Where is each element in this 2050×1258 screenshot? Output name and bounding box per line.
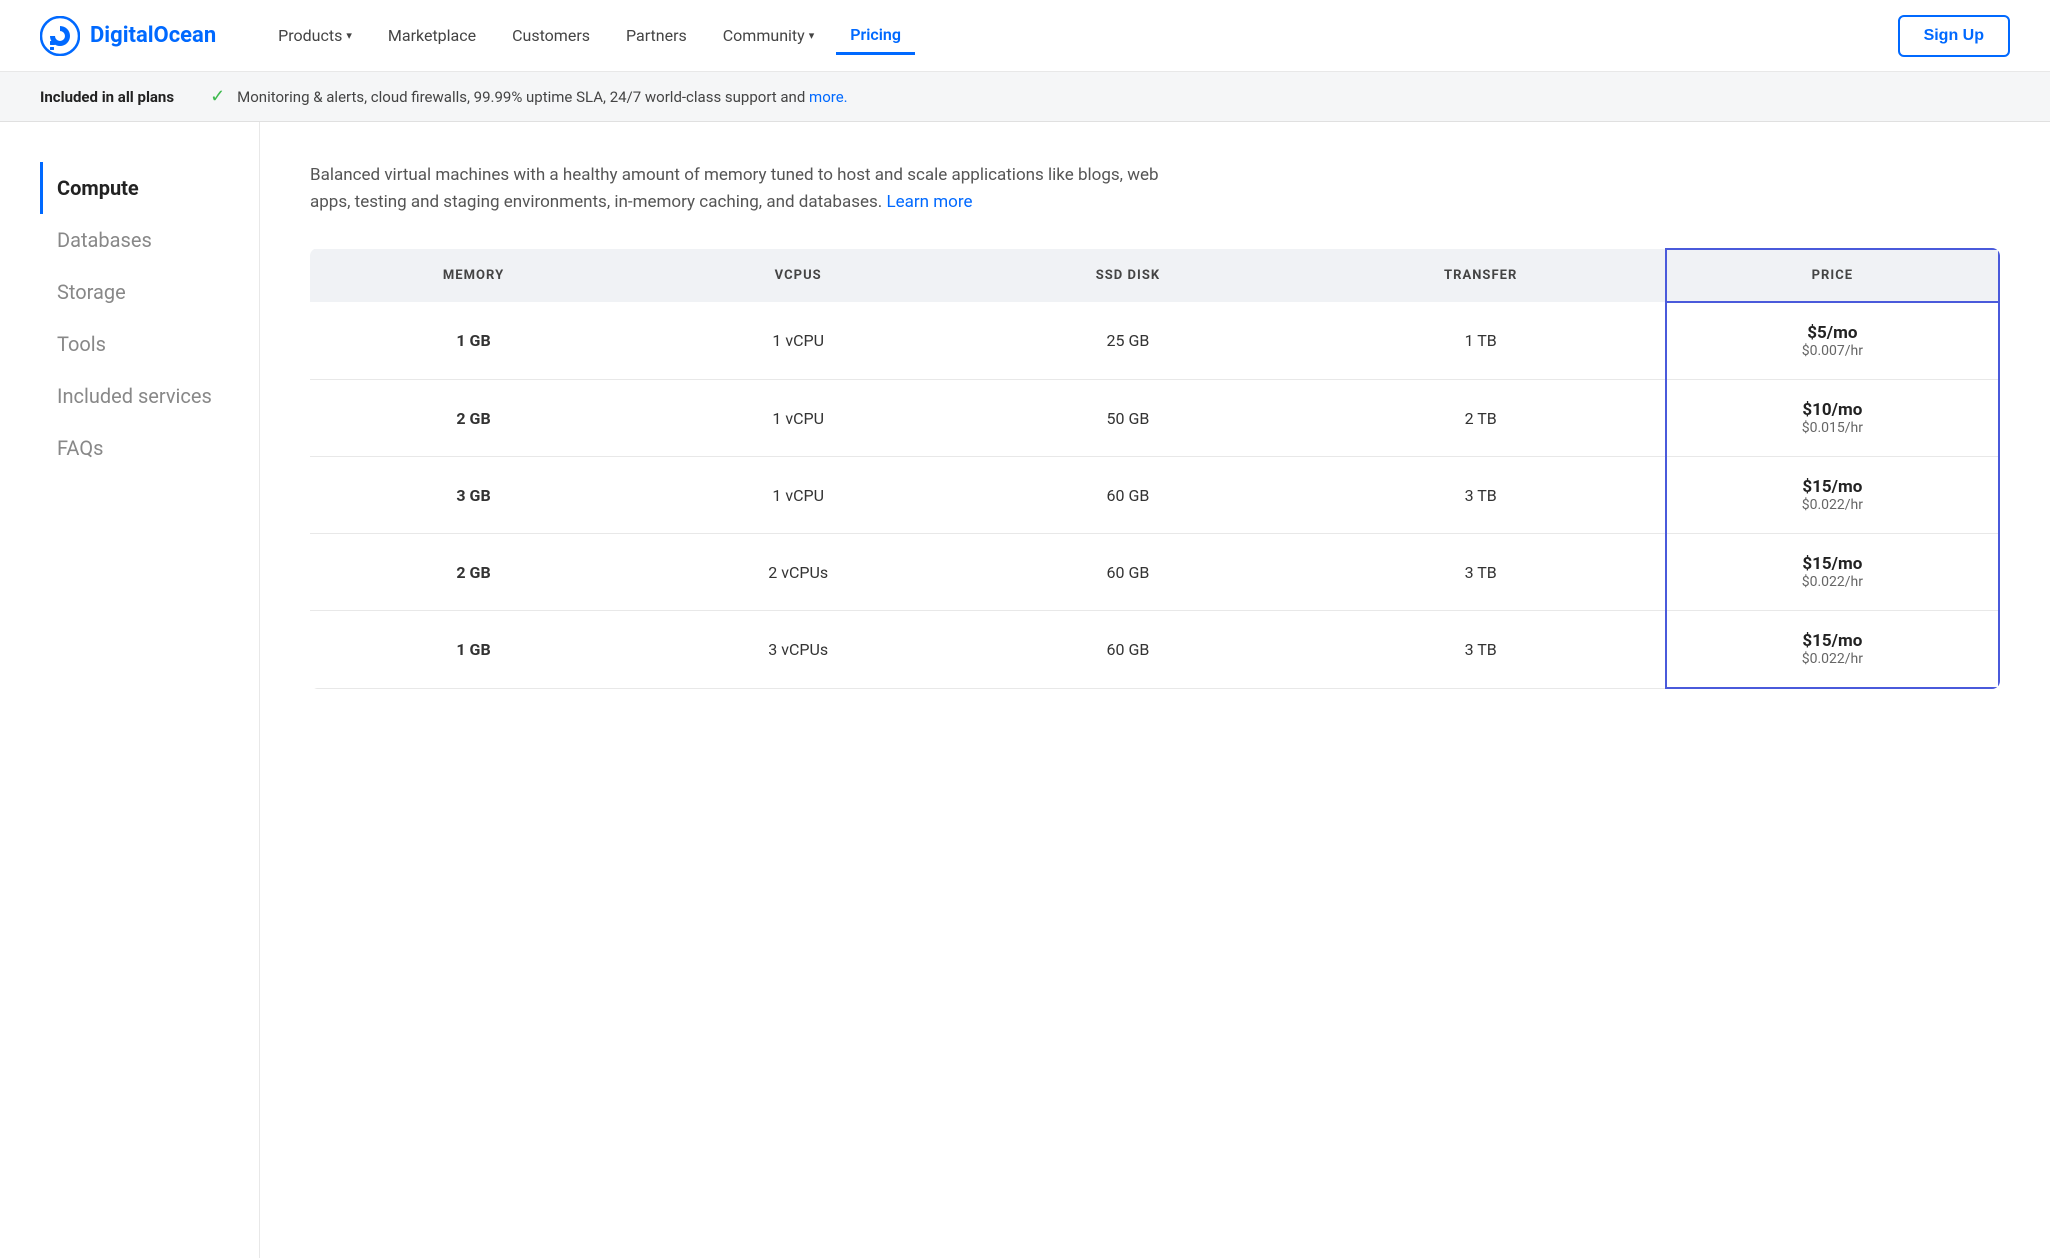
cell-vcpus: 2 vCPUs <box>637 534 959 611</box>
banner-text: Monitoring & alerts, cloud firewalls, 99… <box>237 88 847 106</box>
cell-vcpus: 3 vCPUs <box>637 611 959 689</box>
col-header-vcpus: VCPUS <box>637 249 959 302</box>
price-hourly: $0.022/hr <box>1687 651 1978 667</box>
price-hourly: $0.022/hr <box>1687 574 1978 590</box>
section-description: Balanced virtual machines with a healthy… <box>310 162 1170 216</box>
price-monthly: $15/mo <box>1687 477 1978 497</box>
cell-memory: 1 GB <box>310 611 637 689</box>
sidebar-item-faqs[interactable]: FAQs <box>40 422 229 474</box>
cell-memory: 2 GB <box>310 380 637 457</box>
table-header-row: MEMORY VCPUS SSD DISK TRANSFER PRICE <box>310 249 1999 302</box>
nav-item-partners[interactable]: Partners <box>612 18 701 53</box>
cell-ssd: 60 GB <box>959 611 1296 689</box>
main-layout: Compute Databases Storage Tools Included… <box>0 122 2050 1258</box>
cell-transfer: 2 TB <box>1297 380 1666 457</box>
nav-links: Products ▾ Marketplace Customers Partner… <box>264 17 1897 55</box>
nav-item-marketplace[interactable]: Marketplace <box>374 18 490 53</box>
cell-price: $5/mo $0.007/hr <box>1666 302 1999 380</box>
col-header-transfer: TRANSFER <box>1297 249 1666 302</box>
cell-ssd: 50 GB <box>959 380 1296 457</box>
price-monthly: $15/mo <box>1687 631 1978 651</box>
price-monthly: $10/mo <box>1687 400 1978 420</box>
table-row: 1 GB 3 vCPUs 60 GB 3 TB $15/mo $0.022/hr <box>310 611 1999 689</box>
included-banner: Included in all plans ✓ Monitoring & ale… <box>0 72 2050 122</box>
price-monthly: $15/mo <box>1687 554 1978 574</box>
cell-price: $15/mo $0.022/hr <box>1666 534 1999 611</box>
cell-vcpus: 1 vCPU <box>637 380 959 457</box>
sidebar-item-included-services[interactable]: Included services <box>40 370 229 422</box>
table-row: 1 GB 1 vCPU 25 GB 1 TB $5/mo $0.007/hr <box>310 302 1999 380</box>
cell-ssd: 60 GB <box>959 534 1296 611</box>
sidebar: Compute Databases Storage Tools Included… <box>0 122 260 1258</box>
banner-more-link[interactable]: more. <box>809 88 848 106</box>
col-header-memory: MEMORY <box>310 249 637 302</box>
chevron-down-icon: ▾ <box>809 29 815 42</box>
brand-name: DigitalOcean <box>90 23 216 48</box>
table-row: 3 GB 1 vCPU 60 GB 3 TB $15/mo $0.022/hr <box>310 457 1999 534</box>
table-row: 2 GB 2 vCPUs 60 GB 3 TB $15/mo $0.022/hr <box>310 534 1999 611</box>
nav-item-pricing[interactable]: Pricing <box>836 17 915 55</box>
price-monthly: $5/mo <box>1687 323 1978 343</box>
sidebar-item-tools[interactable]: Tools <box>40 318 229 370</box>
nav-item-community[interactable]: Community ▾ <box>709 18 828 53</box>
sidebar-item-compute[interactable]: Compute <box>40 162 229 214</box>
price-hourly: $0.022/hr <box>1687 497 1978 513</box>
cell-vcpus: 1 vCPU <box>637 302 959 380</box>
logo-icon <box>40 16 80 56</box>
navbar: DigitalOcean Products ▾ Marketplace Cust… <box>0 0 2050 72</box>
signup-button[interactable]: Sign Up <box>1898 15 2010 57</box>
logo-link[interactable]: DigitalOcean <box>40 16 216 56</box>
cell-memory: 1 GB <box>310 302 637 380</box>
cell-ssd: 60 GB <box>959 457 1296 534</box>
sidebar-item-storage[interactable]: Storage <box>40 266 229 318</box>
cell-memory: 3 GB <box>310 457 637 534</box>
col-header-ssd: SSD DISK <box>959 249 1296 302</box>
sidebar-item-databases[interactable]: Databases <box>40 214 229 266</box>
main-content: Balanced virtual machines with a healthy… <box>260 122 2050 1258</box>
cell-vcpus: 1 vCPU <box>637 457 959 534</box>
nav-item-customers[interactable]: Customers <box>498 18 604 53</box>
pricing-table: MEMORY VCPUS SSD DISK TRANSFER PRICE 1 G… <box>310 248 2000 689</box>
cell-transfer: 3 TB <box>1297 457 1666 534</box>
check-icon: ✓ <box>210 86 225 107</box>
banner-label: Included in all plans <box>40 88 174 106</box>
nav-item-products[interactable]: Products ▾ <box>264 18 366 53</box>
cell-transfer: 1 TB <box>1297 302 1666 380</box>
cell-ssd: 25 GB <box>959 302 1296 380</box>
col-header-price: PRICE <box>1666 249 1999 302</box>
price-hourly: $0.007/hr <box>1687 343 1978 359</box>
cell-price: $15/mo $0.022/hr <box>1666 611 1999 689</box>
cell-memory: 2 GB <box>310 534 637 611</box>
cell-transfer: 3 TB <box>1297 534 1666 611</box>
cell-transfer: 3 TB <box>1297 611 1666 689</box>
cell-price: $15/mo $0.022/hr <box>1666 457 1999 534</box>
learn-more-link[interactable]: Learn more <box>886 192 972 212</box>
table-row: 2 GB 1 vCPU 50 GB 2 TB $10/mo $0.015/hr <box>310 380 1999 457</box>
chevron-down-icon: ▾ <box>346 29 352 42</box>
cell-price: $10/mo $0.015/hr <box>1666 380 1999 457</box>
price-hourly: $0.015/hr <box>1687 420 1978 436</box>
